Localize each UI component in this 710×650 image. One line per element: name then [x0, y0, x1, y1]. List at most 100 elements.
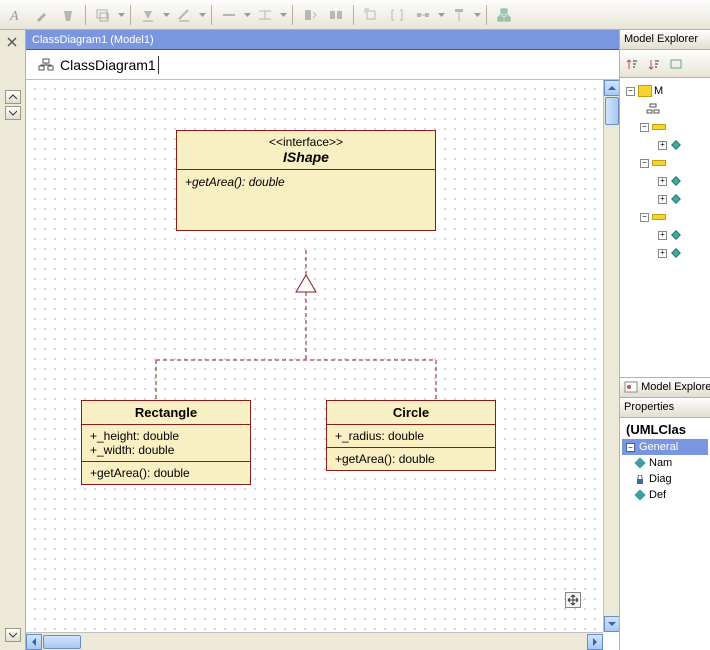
class-name: Circle	[327, 401, 495, 425]
line-style-button[interactable]	[217, 3, 241, 27]
fill-dropdown[interactable]	[162, 3, 170, 27]
uml-class-ishape[interactable]: <<interface>> IShape +getArea(): double	[176, 130, 436, 231]
class-header: <<interface>> IShape	[177, 131, 435, 170]
label-dropdown[interactable]	[473, 3, 481, 27]
line-color-button[interactable]	[172, 3, 196, 27]
attribute: +_width: double	[90, 443, 242, 457]
panel-bottom-button[interactable]	[5, 628, 21, 642]
ungroup-button[interactable]	[324, 3, 348, 27]
panel-header-label: Model Explorer	[641, 381, 710, 393]
element-icon	[652, 160, 666, 166]
tree-collapse-icon[interactable]: −	[626, 87, 635, 96]
pan-handle[interactable]	[565, 592, 581, 608]
connector-dropdown[interactable]	[279, 3, 287, 27]
operation: +getArea(): double	[185, 174, 427, 190]
filter-button[interactable]	[666, 54, 686, 74]
line-style-dropdown[interactable]	[243, 3, 251, 27]
align-dropdown[interactable]	[117, 3, 125, 27]
segment-dropdown[interactable]	[437, 3, 445, 27]
separator	[292, 5, 293, 25]
class-name: IShape	[283, 149, 329, 165]
panel-down-button[interactable]	[5, 106, 21, 120]
scroll-left-button[interactable]	[26, 634, 42, 650]
tree-node-label: M	[654, 85, 663, 97]
separator	[353, 5, 354, 25]
tree-collapse-icon[interactable]: −	[640, 213, 649, 222]
uml-class-rectangle[interactable]: Rectangle +_height: double +_width: doub…	[81, 400, 251, 485]
tree-expand-icon[interactable]: +	[658, 249, 667, 258]
document-title: ClassDiagram1	[60, 57, 156, 73]
connector-button[interactable]	[253, 3, 277, 27]
tree-view-button[interactable]	[492, 3, 516, 27]
element-icon	[652, 214, 666, 220]
tree-collapse-icon[interactable]: −	[640, 123, 649, 132]
brush-button[interactable]	[30, 3, 54, 27]
vertical-scrollbar[interactable]	[603, 80, 619, 632]
element-icon	[652, 124, 666, 130]
diamond-icon	[670, 229, 684, 241]
properties-body: (UMLClas − General Nam Diag Def	[620, 418, 710, 650]
scroll-right-button[interactable]	[587, 634, 603, 650]
left-gutter	[0, 30, 26, 650]
stereotype-label: <<interface>>	[185, 135, 427, 149]
class-diagram-icon	[38, 58, 54, 72]
diamond-icon	[670, 247, 684, 259]
sort-down-button[interactable]	[644, 54, 664, 74]
diamond-icon	[670, 175, 684, 187]
tab-label: ClassDiagram1 (Model1)	[32, 34, 154, 46]
sort-up-button[interactable]	[622, 54, 642, 74]
line-color-dropdown[interactable]	[198, 3, 206, 27]
folder-icon	[638, 85, 652, 97]
model-explorer-collapsed-header[interactable]: Model Explorer	[620, 378, 710, 398]
operations-section: +getArea(): double	[327, 448, 495, 470]
diagram-canvas[interactable]: <<interface>> IShape +getArea(): double …	[26, 80, 603, 632]
operation: +getArea(): double	[335, 452, 487, 466]
close-panel-button[interactable]	[6, 36, 20, 50]
panel-up-button[interactable]	[5, 90, 21, 104]
property-row[interactable]: Diag	[622, 471, 708, 487]
explorer-toolbar	[620, 50, 710, 78]
diamond-icon	[670, 139, 684, 151]
document-title-row: ClassDiagram1	[26, 50, 619, 80]
scroll-up-button[interactable]	[604, 80, 619, 96]
tree-expand-icon[interactable]: +	[658, 177, 667, 186]
properties-header[interactable]: Properties	[620, 398, 710, 418]
lock-icon	[636, 475, 644, 483]
property-category[interactable]: − General	[622, 439, 708, 455]
separator	[85, 5, 86, 25]
bracket-button[interactable]	[385, 3, 409, 27]
segment-button[interactable]	[411, 3, 435, 27]
scroll-thumb[interactable]	[43, 635, 81, 649]
class-name: Rectangle	[82, 401, 250, 425]
diagram-icon	[646, 103, 660, 115]
property-label: Nam	[649, 457, 672, 469]
tree-expand-icon[interactable]: +	[658, 141, 667, 150]
scroll-down-button[interactable]	[604, 616, 619, 632]
tree-expand-icon[interactable]: +	[658, 231, 667, 240]
model-explorer-header[interactable]: Model Explorer	[620, 30, 710, 50]
label-button[interactable]	[447, 3, 471, 27]
scroll-thumb[interactable]	[605, 97, 619, 125]
formatting-toolbar: A	[0, 0, 710, 30]
tree-collapse-icon[interactable]: −	[640, 159, 649, 168]
property-label: Diag	[649, 473, 672, 485]
align-button[interactable]	[91, 3, 115, 27]
category-collapse-icon[interactable]: −	[626, 443, 635, 452]
operations-section: +getArea(): double	[82, 462, 250, 484]
highlight-button[interactable]	[56, 3, 80, 27]
separator	[486, 5, 487, 25]
tree-expand-icon[interactable]: +	[658, 195, 667, 204]
operations-section: +getArea(): double	[177, 170, 435, 230]
attribute: +_radius: double	[335, 429, 487, 443]
fill-button[interactable]	[136, 3, 160, 27]
group-button[interactable]	[298, 3, 322, 27]
property-row[interactable]: Nam	[622, 455, 708, 471]
horizontal-scrollbar[interactable]	[26, 632, 603, 650]
uml-class-circle[interactable]: Circle +_radius: double +getArea(): doub…	[326, 400, 496, 471]
property-row[interactable]: Def	[622, 487, 708, 503]
expand-button[interactable]	[359, 3, 383, 27]
attribute: +_height: double	[90, 429, 242, 443]
font-style-button[interactable]: A	[4, 3, 28, 27]
document-tab[interactable]: ClassDiagram1 (Model1)	[26, 30, 619, 50]
model-tree[interactable]: − M − + − + +	[620, 78, 710, 378]
